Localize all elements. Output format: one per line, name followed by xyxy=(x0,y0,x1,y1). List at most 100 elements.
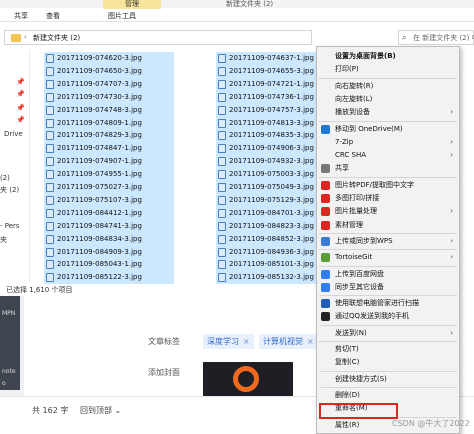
tab-share[interactable]: 共享 xyxy=(14,10,28,22)
menu-item[interactable]: 移动到 OneDrive(M) xyxy=(317,123,459,136)
file-item[interactable]: 20171109-085101-3.jpg xyxy=(216,258,320,272)
image-file-icon xyxy=(218,183,226,192)
menu-item[interactable]: 播放到设备 › xyxy=(317,106,459,119)
menu-item[interactable]: 复制(C) xyxy=(317,356,459,369)
menu-item-label: 共享 xyxy=(335,164,349,173)
menu-item[interactable]: 设置为桌面背景(B) xyxy=(317,50,459,63)
menu-item[interactable]: 发送到(N) › xyxy=(317,327,459,340)
file-item[interactable]: 20171109-074730-3.jpg xyxy=(44,90,174,104)
file-item[interactable]: 20171109-074655-3.jpg xyxy=(216,64,320,78)
image-file-icon xyxy=(218,79,226,89)
file-item[interactable]: 20171109-084412-1.jpg xyxy=(44,206,174,220)
file-item[interactable]: 20171109-074809-1.jpg xyxy=(44,116,174,130)
cover-image[interactable] xyxy=(203,362,293,396)
menu-item[interactable]: 上传或同步到WPS › xyxy=(317,235,459,248)
menu-item[interactable]: CRC SHA › xyxy=(317,149,459,162)
menu-item-label: 多图打印/拼接 xyxy=(335,194,380,202)
menu-item[interactable]: 删除(D) xyxy=(317,389,459,402)
file-item[interactable]: 20171109-075049-3.jpg xyxy=(216,181,320,194)
menu-item[interactable]: 通过QQ发送到我的手机 xyxy=(317,310,459,323)
menu-item[interactable]: 同步至其它设备 xyxy=(317,281,459,294)
tab-manage[interactable]: 管理 xyxy=(103,0,161,9)
tab-picture-tools[interactable]: 图片工具 xyxy=(108,10,136,22)
file-item[interactable]: 20171109-084741-3.jpg xyxy=(44,219,174,233)
file-item[interactable]: 20171109-075027-3.jpg xyxy=(44,181,174,194)
nav-item-folder-3[interactable]: 夹 xyxy=(0,236,7,245)
file-item[interactable]: 20171109-074707-3.jpg xyxy=(44,77,174,91)
file-item[interactable]: 20171109-074955-1.jpg xyxy=(44,168,174,182)
file-item[interactable]: 20171109-074650-3.jpg xyxy=(44,64,174,78)
file-item[interactable]: 20171109-074748-3.jpg xyxy=(44,103,174,117)
file-item[interactable]: 20171109-075129-3.jpg xyxy=(216,193,320,207)
file-item[interactable]: 20171109-074620-3.jpg xyxy=(44,52,174,65)
menu-item[interactable]: TortoiseGit › xyxy=(317,251,459,264)
file-item[interactable]: 20171109-085132-3.jpg xyxy=(216,271,320,285)
file-item[interactable]: 20171109-074757-3.jpg xyxy=(216,103,320,117)
back-to-top-button[interactable]: 回到顶部 ⌄ xyxy=(80,405,121,416)
tag-chip[interactable]: 计算机视觉 × xyxy=(259,334,318,349)
file-name: 20171109-084936-3.jpg xyxy=(229,247,314,256)
file-item[interactable]: 20171109-074829-3.jpg xyxy=(44,129,174,143)
menu-item[interactable]: 创建快捷方式(S) xyxy=(317,373,459,386)
menu-item-label: 复制(C) xyxy=(335,358,360,367)
file-name: 20171109-075049-3.jpg xyxy=(229,183,314,191)
menu-item-label: 设置为桌面背景(B) xyxy=(335,52,396,60)
file-item[interactable]: 20171109-075107-3.jpg xyxy=(44,193,174,207)
file-name: 20171109-074835-3.jpg xyxy=(229,131,314,140)
search-input[interactable]: ⌕ 在 新建文件夹 (2) 中搜索 xyxy=(398,30,474,45)
selection-status: 已选择 1,610 个项目 xyxy=(6,286,73,294)
file-name: 20171109-084823-3.jpg xyxy=(229,221,314,230)
file-item[interactable]: 20171109-074736-1.jpg xyxy=(216,90,320,104)
menu-item[interactable]: 向左旋转(L) xyxy=(317,93,459,106)
image-file-icon xyxy=(218,144,226,154)
context-menu: 设置为桌面背景(B) 打印(P) 向右旋转(R) 向左旋转(L) 播放到设备 › 移动到 O… xyxy=(316,46,460,434)
tab-view[interactable]: 查看 xyxy=(46,10,60,22)
menu-item[interactable]: 图片批量处理 › xyxy=(317,205,459,218)
menu-item[interactable]: 7-Zip › xyxy=(317,136,459,149)
file-item[interactable]: 20171109-074813-3.jpg xyxy=(216,116,320,130)
nav-item-folder[interactable]: (2) xyxy=(0,174,10,183)
file-item[interactable]: 20171109-074932-3.jpg xyxy=(216,155,320,169)
file-item[interactable]: 20171109-084852-3.jpg xyxy=(216,232,320,246)
menu-item[interactable]: 素材管理 xyxy=(317,219,459,232)
image-file-icon xyxy=(46,157,54,167)
menu-item-label: 素材管理 xyxy=(335,220,363,229)
menu-item[interactable]: 使用联想电脑管家进行扫描 xyxy=(317,297,459,310)
file-item[interactable]: 20171109-085122-3.jpg xyxy=(44,271,174,285)
menu-item[interactable]: 上传到百度网盘 xyxy=(317,268,459,281)
close-icon[interactable]: × xyxy=(243,337,250,346)
file-item[interactable]: 20171109-084823-3.jpg xyxy=(216,219,320,233)
file-item[interactable]: 20171109-074906-3.jpg xyxy=(216,142,320,156)
nav-item-folder-2[interactable]: 夹 (2) xyxy=(0,186,19,195)
file-item[interactable]: 20171109-075003-3.jpg xyxy=(216,168,320,182)
file-name: 20171109-074730-3.jpg xyxy=(57,92,142,101)
image-file-icon xyxy=(218,170,226,180)
menu-item[interactable]: 向右旋转(R) xyxy=(317,80,459,93)
menu-item[interactable]: 多图打印/拼接 xyxy=(317,192,459,205)
close-icon[interactable]: × xyxy=(307,337,314,346)
file-item[interactable]: 20171109-074637-1.jpg xyxy=(216,52,320,65)
menu-item[interactable]: 剪切(T) xyxy=(317,343,459,356)
menu-item-label: 使用联想电脑管家进行扫描 xyxy=(335,299,419,308)
menu-separator xyxy=(319,324,457,326)
menu-item-label: 打印(P) xyxy=(335,65,359,74)
file-item[interactable]: 20171109-084936-3.jpg xyxy=(216,245,320,259)
file-item[interactable]: 20171109-074907-1.jpg xyxy=(44,155,174,169)
file-item[interactable]: 20171109-085043-1.jpg xyxy=(44,258,174,272)
file-item[interactable]: 20171109-074847-1.jpg xyxy=(44,142,174,156)
wps-icon xyxy=(321,207,330,217)
menu-item[interactable]: 打印(P) xyxy=(317,63,459,76)
nav-item-onedrive-personal[interactable]: - Pers xyxy=(0,222,20,231)
image-file-icon xyxy=(46,208,54,218)
file-item[interactable]: 20171109-084701-3.jpg xyxy=(216,206,320,220)
file-item[interactable]: 20171109-074835-3.jpg xyxy=(216,129,320,143)
menu-item[interactable]: 共享 xyxy=(317,162,459,175)
file-item[interactable]: 20171109-074721-1.jpg xyxy=(216,77,320,91)
file-item[interactable]: 20171109-084909-3.jpg xyxy=(44,245,174,259)
menu-item[interactable]: 图片转PDF/提取图中文字 xyxy=(317,179,459,192)
tag-chip[interactable]: 深度学习 × xyxy=(203,334,254,349)
menu-separator xyxy=(319,120,457,122)
nav-item-drive[interactable]: Drive xyxy=(4,130,23,139)
file-item[interactable]: 20171109-084834-3.jpg xyxy=(44,232,174,246)
address-bar[interactable]: › 新建文件夹 (2) xyxy=(4,30,312,45)
